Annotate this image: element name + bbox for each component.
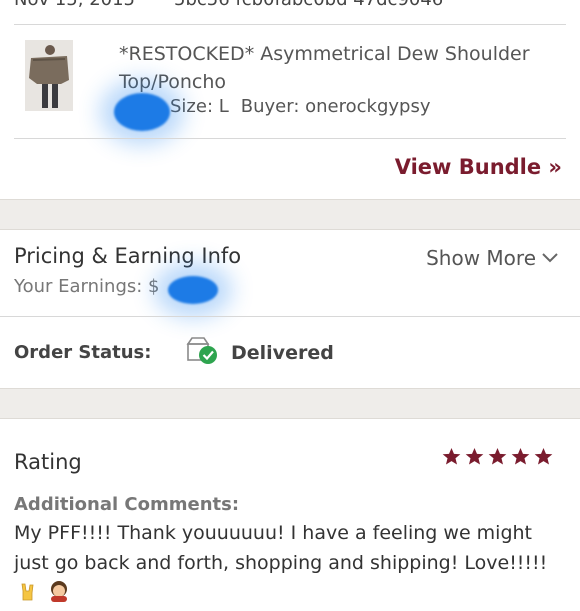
order-status-label: Order Status: xyxy=(14,342,152,363)
star-icon xyxy=(442,447,461,465)
comment-text-block: My PFF!!!! Thank youuuuuu! I have a feel… xyxy=(14,518,570,608)
comment-text: My PFF!!!! Thank youuuuuu! I have a feel… xyxy=(14,522,548,574)
show-more-button[interactable]: Show More xyxy=(426,246,558,270)
star-icon xyxy=(534,447,553,465)
buyer-name: Buyer: onerockgypsy xyxy=(240,96,431,117)
divider xyxy=(14,138,566,139)
view-bundle-link[interactable]: View Bundle » xyxy=(395,155,562,179)
star-icon xyxy=(465,447,484,465)
chevron-down-icon xyxy=(542,253,558,263)
order-date-cut: Nov 15, 2015 xyxy=(14,0,135,10)
rating-title: Rating xyxy=(14,450,82,474)
redaction-mark xyxy=(114,93,170,131)
poncho-photo-icon xyxy=(25,40,73,111)
divider xyxy=(0,316,580,317)
rock-hand-emoji xyxy=(18,581,38,601)
item-thumbnail[interactable] xyxy=(25,40,73,111)
item-size: Size: L xyxy=(170,96,229,117)
redaction-mark xyxy=(168,276,218,304)
star-icon xyxy=(488,447,507,465)
section-separator xyxy=(0,199,580,230)
rating-stars xyxy=(442,447,553,466)
item-title[interactable]: *RESTOCKED* Asymmetrical Dew Shoulder To… xyxy=(119,40,559,96)
pricing-title: Pricing & Earning Info xyxy=(14,244,242,268)
order-id-cut: 5bc56 fcb0fabc0bd 47dc9046 xyxy=(174,0,443,10)
earnings-label: Your Earnings: $ xyxy=(14,276,160,297)
section-separator xyxy=(0,388,580,419)
divider xyxy=(14,24,566,25)
package-delivered-icon xyxy=(186,336,220,366)
item-meta: Size: L Buyer: onerockgypsy xyxy=(170,96,431,117)
order-status-value: Delivered xyxy=(231,342,334,364)
woman-emoji xyxy=(48,580,68,602)
star-icon xyxy=(511,447,530,465)
show-more-label: Show More xyxy=(426,246,536,270)
additional-comments-label: Additional Comments: xyxy=(14,494,240,515)
